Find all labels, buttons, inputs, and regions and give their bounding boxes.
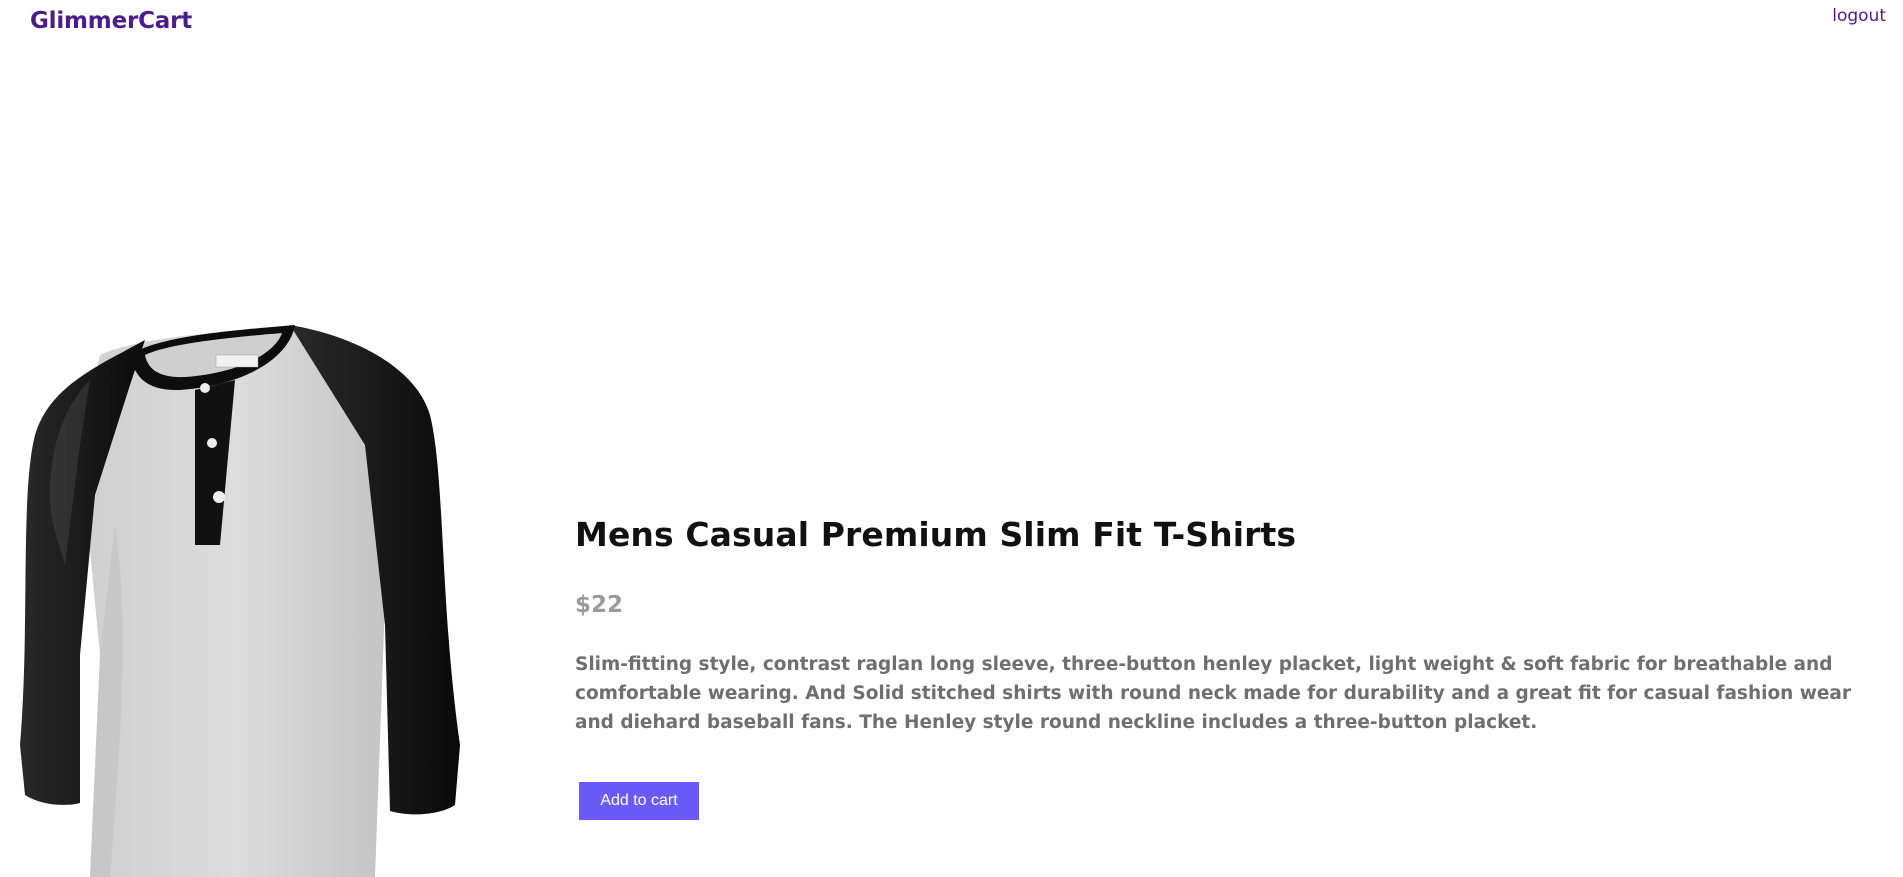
tshirt-image [20, 325, 460, 877]
product-details: Mens Casual Premium Slim Fit T-Shirts $2… [575, 510, 1875, 737]
brand-logo[interactable]: GlimmerCart [30, 8, 192, 34]
product-title: Mens Casual Premium Slim Fit T-Shirts [575, 515, 1297, 554]
top-header: GlimmerCart logout [0, 0, 1903, 44]
add-to-cart-button[interactable]: Add to cart [579, 782, 699, 820]
product-price: $22 [575, 592, 624, 618]
product-image [20, 325, 530, 877]
logout-link[interactable]: logout [1832, 6, 1886, 26]
product-description: Slim-fitting style, contrast raglan long… [575, 654, 1852, 733]
